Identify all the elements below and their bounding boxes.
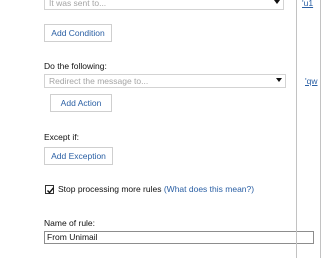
condition-dropdown[interactable]: It was sent to... [44,0,284,10]
action-heading: Do the following: [44,61,107,71]
what-does-this-mean-link[interactable]: (What does this mean?) [164,184,254,194]
rule-name-value: From Unimail [47,232,98,242]
panel-divider [320,0,321,258]
action-value-link[interactable]: 'qw [305,76,318,86]
action-dropdown-placeholder: Redirect the message to... [49,76,149,86]
rule-editor-panel: It was sent to... 'u1 Add Condition Do t… [0,0,323,258]
panel-divider [296,0,297,258]
add-action-button[interactable]: Add Action [50,94,112,112]
chevron-down-icon [276,78,282,82]
exception-heading: Except if: [44,132,79,142]
rule-name-input[interactable]: From Unimail [44,231,314,244]
stop-processing-text: Stop processing more rules [58,184,162,194]
add-condition-button[interactable]: Add Condition [44,24,112,42]
action-dropdown[interactable]: Redirect the message to... [44,74,286,88]
rule-name-label: Name of rule: [44,218,96,228]
chevron-down-icon [274,0,280,4]
condition-value-link[interactable]: 'u1 [302,0,313,8]
condition-dropdown-placeholder: It was sent to... [49,0,107,8]
stop-processing-label[interactable]: Stop processing more rules (What does th… [58,184,254,194]
stop-processing-checkbox[interactable] [45,185,55,194]
checkmark-icon [46,187,55,194]
add-exception-button[interactable]: Add Exception [44,147,113,165]
